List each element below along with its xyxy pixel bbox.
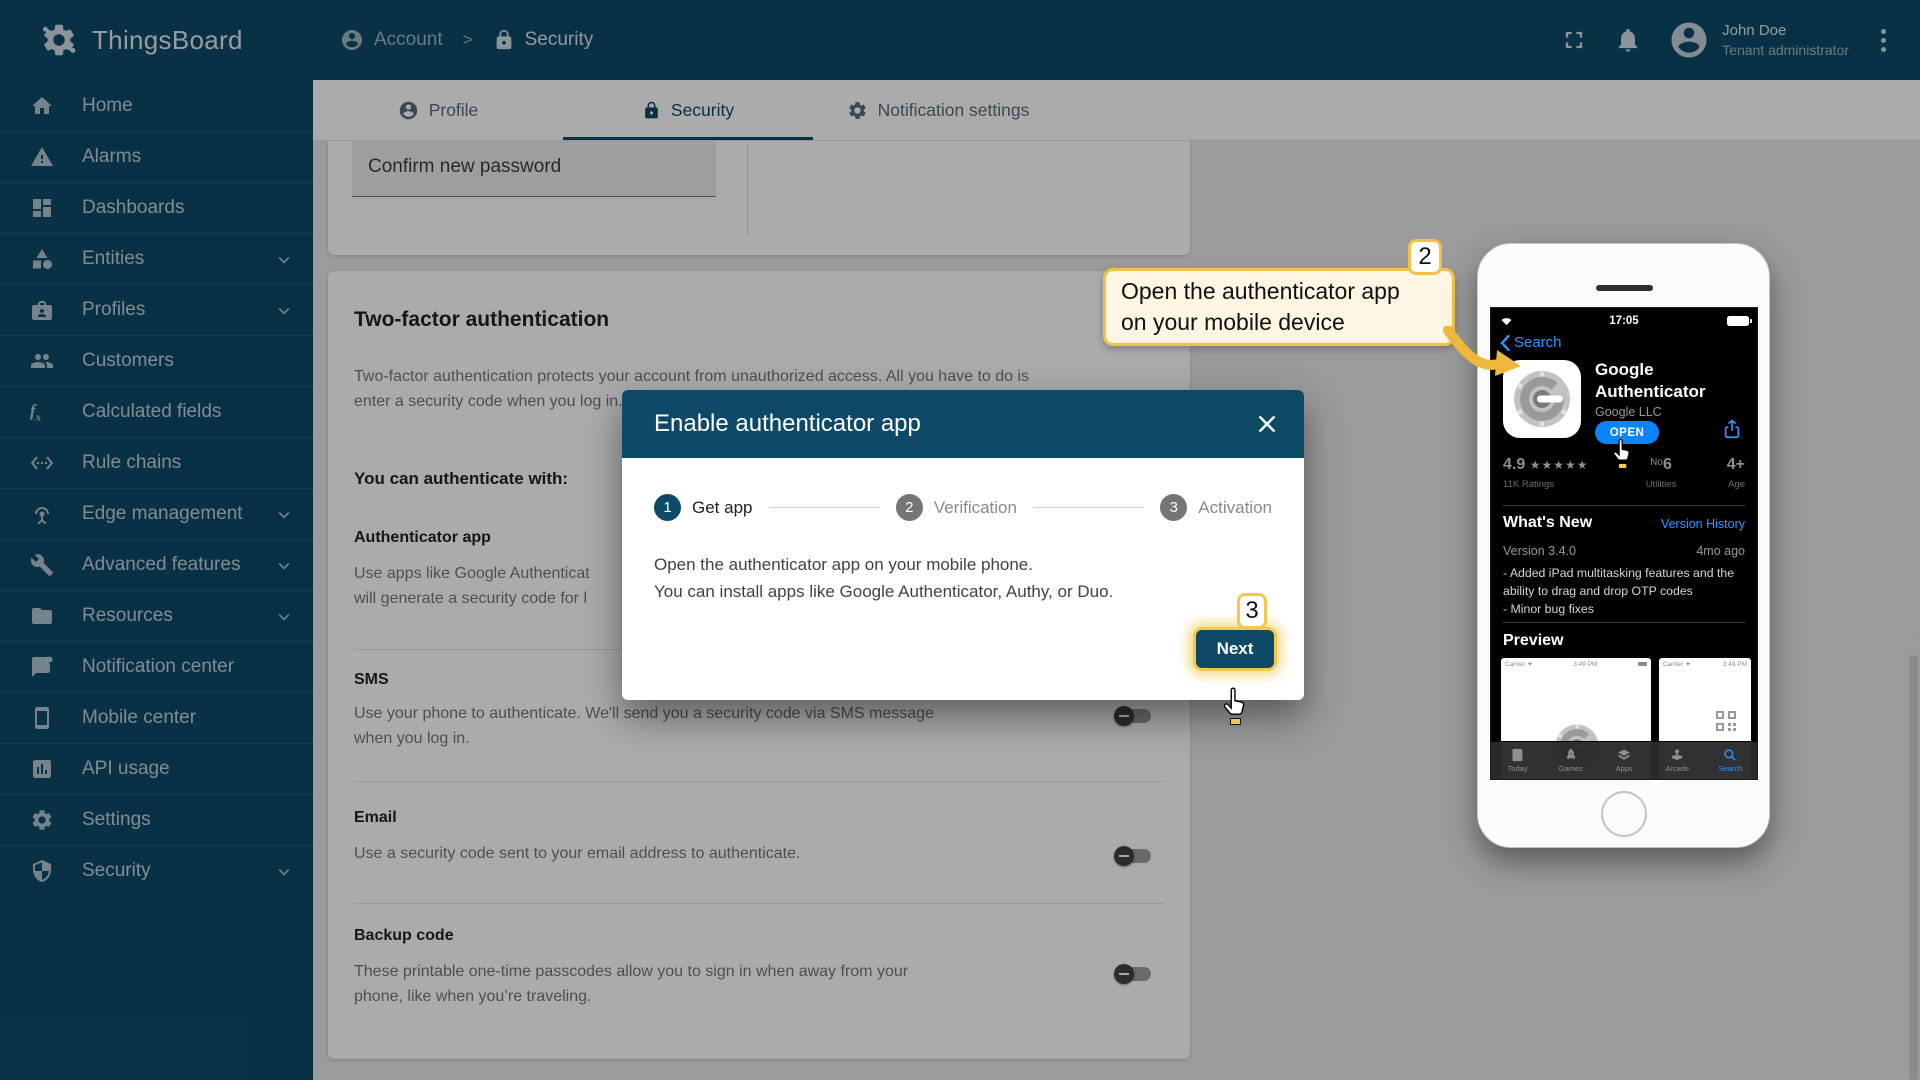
stars-icon: ★★★★★ — [1530, 458, 1589, 472]
divider — [1503, 505, 1745, 506]
tab-apps[interactable]: Apps — [1597, 742, 1650, 779]
age-stat: 4+ Age — [1727, 456, 1745, 490]
step-2-label[interactable]: Verification — [934, 498, 1017, 518]
dialog-title: Enable authenticator app — [654, 410, 921, 438]
tab-arcade[interactable]: Arcade — [1651, 742, 1704, 779]
joystick-icon — [1670, 748, 1684, 762]
release-notes: - Added iPad multitasking features and t… — [1503, 564, 1734, 618]
tutorial-step-2-badge: 2 — [1408, 239, 1442, 275]
enable-authenticator-dialog: Enable authenticator app 1 Get app 2 Ver… — [622, 390, 1304, 700]
rocket-icon — [1564, 748, 1578, 762]
preview-heading: Preview — [1503, 632, 1563, 650]
version-age: 4mo ago — [1696, 544, 1745, 558]
app-title: GoogleAuthenticator — [1595, 359, 1706, 403]
today-icon — [1511, 748, 1525, 762]
tutorial-step-3-badge: 3 — [1237, 593, 1267, 629]
step-2-circle[interactable]: 2 — [896, 494, 923, 521]
search-icon — [1723, 748, 1737, 762]
cursor-pointer-icon — [1612, 438, 1634, 467]
step-connector — [769, 507, 880, 508]
whats-new-heading: What's New — [1503, 514, 1592, 532]
tab-games[interactable]: Games — [1544, 742, 1597, 779]
close-icon[interactable] — [1252, 409, 1282, 439]
rank-stat: No6 Utilities — [1631, 456, 1691, 490]
step-1-label[interactable]: Get app — [692, 498, 753, 518]
step-1-circle[interactable]: 1 — [654, 494, 681, 521]
battery-icon — [1727, 316, 1749, 326]
divider — [1503, 622, 1745, 623]
rating-stat: 4.9 ★★★★★ 11K Ratings — [1503, 456, 1589, 490]
tab-search[interactable]: Search — [1704, 742, 1757, 779]
next-button[interactable]: Next — [1193, 627, 1277, 671]
version-history-link[interactable]: Version History — [1661, 517, 1745, 531]
layers-icon — [1617, 748, 1631, 762]
appstore-tab-bar: Today Games Apps Arcade Search — [1491, 741, 1757, 779]
cursor-pointer-icon — [1222, 686, 1250, 722]
share-icon[interactable] — [1721, 418, 1743, 440]
phone-status-bar: 17:05 — [1499, 313, 1749, 328]
phone-speaker — [1596, 285, 1653, 291]
callout-arrow — [1443, 326, 1527, 384]
stepper: 1 Get app 2 Verification 3 Activation — [654, 494, 1272, 521]
step-3-circle[interactable]: 3 — [1160, 494, 1187, 521]
phone-home-button[interactable] — [1601, 791, 1647, 837]
phone-screen: 17:05 Search GoogleAuthenticator Google … — [1490, 307, 1758, 780]
version-label: Version 3.4.0 — [1503, 544, 1576, 558]
step-3-label[interactable]: Activation — [1198, 498, 1272, 518]
step-connector — [1033, 507, 1144, 508]
dialog-body-text: Open the authenticator app on your mobil… — [654, 551, 1272, 605]
tab-today[interactable]: Today — [1491, 742, 1544, 779]
app-developer: Google LLC — [1595, 405, 1662, 419]
dialog-header: Enable authenticator app — [622, 390, 1304, 458]
phone-clock: 17:05 — [1499, 315, 1749, 327]
qr-code-icon — [1715, 710, 1737, 732]
tutorial-callout: Open the authenticator appon your mobile… — [1103, 268, 1455, 346]
